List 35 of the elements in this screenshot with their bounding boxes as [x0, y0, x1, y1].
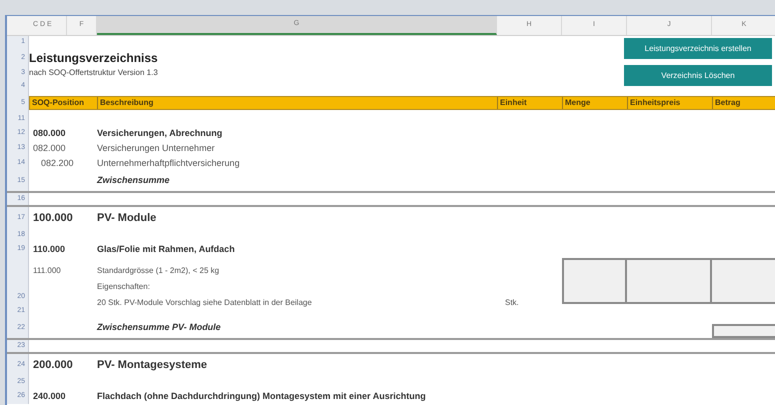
position-number: 100.000	[32, 210, 73, 226]
sheet-title: Leistungsverzeichniss	[29, 50, 158, 67]
subtotal-label: Zwischensumme	[97, 174, 170, 188]
position-number: 080.000	[32, 126, 66, 140]
subtotal-label: Zwischensumme PV- Module	[97, 321, 221, 334]
position-number: 110.000	[32, 242, 66, 256]
column-heading: Einheitspreis	[630, 97, 680, 109]
position-number: 240.000	[32, 390, 66, 403]
item-description: Standardgrösse (1 - 2m2), < 25 kg	[97, 266, 220, 275]
input-field[interactable]	[712, 258, 775, 304]
item-description: Unternehmerhaftpflichtversicherung	[97, 156, 240, 170]
section-title: PV- Module	[97, 210, 156, 226]
action-button[interactable]: Verzeichnis Löschen	[624, 65, 772, 86]
action-button[interactable]: Leistungsverzeichnis erstellen	[624, 38, 772, 59]
unit-text: Stk.	[505, 298, 519, 307]
sheet-subtitle: nach SOQ-Offertstruktur Version 1.3	[29, 67, 158, 79]
item-description: 20 Stk. PV-Module Vorschlag siehe Datenblatt in der Beilage	[97, 298, 312, 307]
item-description: Flachdach (ohne Dachdurchdringung) Montagesystem mit einer Ausrichtung	[97, 390, 426, 403]
column-heading: Einheit	[500, 97, 527, 109]
input-field[interactable]	[562, 258, 627, 304]
column-heading: Menge	[565, 97, 590, 109]
column-heading: Betrag	[715, 97, 740, 109]
position-number: 082.200	[40, 156, 74, 170]
item-description: Versicherungen Unternehmer	[97, 142, 215, 155]
column-heading: SOQ-Position	[32, 97, 84, 109]
item-description: Versicherungen, Abrechnung	[97, 126, 222, 140]
position-number: 082.000	[32, 142, 66, 155]
total-field[interactable]	[712, 324, 775, 338]
item-description: Glas/Folie mit Rahmen, Aufdach	[97, 242, 235, 256]
position-number: 111.000	[33, 266, 61, 275]
position-number: 200.000	[32, 358, 73, 373]
input-field[interactable]	[627, 258, 712, 304]
item-description: Eigenschaften:	[97, 282, 150, 291]
column-heading: Beschreibung	[100, 97, 154, 109]
section-title: PV- Montagesysteme	[97, 358, 208, 373]
